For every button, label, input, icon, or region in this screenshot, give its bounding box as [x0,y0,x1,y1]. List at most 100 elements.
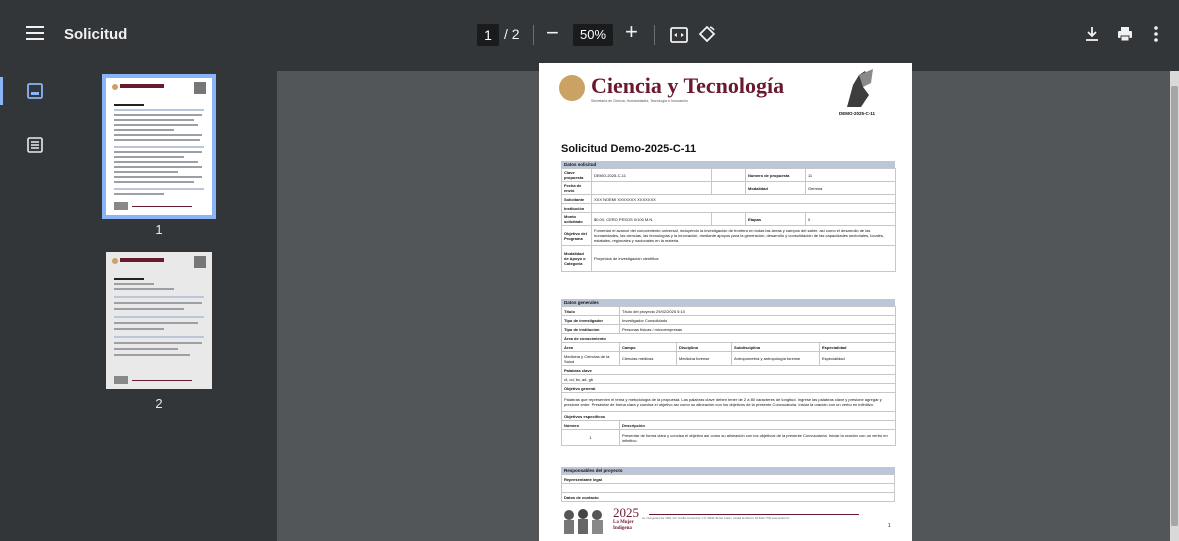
page-thumbnail-2[interactable] [106,252,212,389]
cell: Presentar de forma clara y concisa el ob… [619,429,896,446]
column-header: Área [561,342,620,352]
thumb-line [114,288,174,290]
value: vf, cd, bv, ad, gb [561,374,896,384]
cell: Medicina forense [676,351,732,366]
label: Fecha de envío [561,181,592,195]
brand-subtitle: Secretaría de Ciencia, Humanidades, Tecn… [591,99,688,103]
label: Etapas [745,212,806,226]
folio: DEMO-2025-C-11 [839,111,876,116]
thumb-line [114,193,164,195]
footer-year: 2025 [613,505,639,520]
label: Modalidad de Apoyo o Categoría [561,245,592,272]
thumb-line [114,316,204,318]
value: Palabras que representen el tema y metod… [561,392,896,412]
label: Datos de contacto [561,492,895,502]
thumb-footer-line [132,380,192,381]
thumb-footer-img [114,376,128,384]
empty-cell [591,181,712,195]
label: Título [561,306,620,316]
thumb-line [114,114,202,116]
thumb-line [114,124,198,126]
thumb-footer-img [114,202,128,210]
page-count: / 2 [504,26,520,42]
label: Institución [561,203,592,213]
cell: 1 [561,429,620,446]
thumb-footer-line [132,206,192,207]
label: Modalidad [745,181,806,195]
thumb-logo [112,84,118,90]
thumb-line [114,166,202,168]
thumb-line [114,171,178,173]
footer-slogan: La Mujer Indígena [613,520,634,531]
thumb-line [114,151,202,153]
thumb-line [114,146,204,148]
thumb-line [114,278,144,280]
thumb-line [114,104,144,106]
page-thumbnail-1[interactable] [102,74,216,219]
thumb-line [114,161,198,163]
page-thumbnail-number: 1 [155,222,163,237]
request-table: Clave propuesta DEMO-2025-C-11 Número de… [561,168,896,272]
divider [654,25,655,45]
section-header: Datos solicitud [561,161,895,168]
zoom-input[interactable]: 50% [573,24,613,46]
print-icon[interactable] [1116,25,1134,48]
label: Monto solicitado [561,212,592,226]
zoom-out-button[interactable]: − [546,20,559,46]
download-icon[interactable] [1083,25,1101,48]
thumb-line [114,308,184,310]
brand-title: Ciencia y Tecnología [591,73,785,98]
general-table: Título Título del proyecto 29/02/2025 5:… [561,306,896,446]
scrollbar-thumb[interactable] [1171,86,1178,526]
empty-cell [591,203,896,213]
value: Proyectos de investigación científica [591,245,896,272]
label: Representante legal [561,474,895,484]
emblem-image [839,67,879,109]
document-page: Ciencia y Tecnología Secretaría de Cienc… [539,63,912,541]
value: 11 [805,168,896,182]
label: Objetivo general [561,383,896,393]
thumb-logo [112,258,118,264]
thumb-line [114,156,184,158]
empty-cell [711,212,746,226]
zoom-in-button[interactable]: + [625,19,638,45]
empty-cell [711,181,746,195]
thumbnails-icon[interactable] [26,82,44,100]
sidebar-active-indicator [0,77,3,105]
section-header: Datos generales [561,299,895,306]
label: Clave propuesta [561,168,592,182]
rotate-icon[interactable] [697,24,717,49]
document-heading: Solicitud Demo-2025-C-11 [561,143,697,155]
value: Gemma [805,181,896,195]
thumb-line [114,336,204,338]
footer-image [561,505,611,535]
more-options-icon[interactable] [1152,25,1160,48]
thumb-line [114,328,164,330]
column-header: Descripción [619,420,896,430]
fit-page-icon[interactable] [669,25,689,50]
thumb-line [114,354,190,356]
column-header: Subdisciplina [731,342,820,352]
value: Investigador Consolidado [619,315,896,325]
thumb-brand [120,258,164,262]
value: XXX NOEMI XXXXXXX XXXXXXX [591,194,896,204]
label: Objetivo del Programa [561,225,592,246]
page-number-input[interactable]: 1 [477,24,499,46]
section-header: Responsables del proyecto [561,467,895,474]
menu-icon[interactable] [26,26,44,42]
thumb-line [114,322,198,324]
value: Fomentar el avance del conocimiento univ… [591,225,896,246]
cell: Antropometría y antropología forense [731,351,820,366]
value: Título del proyecto 29/02/2025 5:10 [619,306,896,316]
outline-icon[interactable] [26,136,44,154]
thumb-line [114,348,178,350]
toolbar: Solicitud 1 / 2 − 50% + [0,0,1179,71]
thumb-line [114,181,194,183]
thumb-line [114,296,204,298]
thumb-line [114,188,204,190]
thumb-line [114,342,202,344]
thumb-line [114,302,202,304]
thumb-line [114,176,202,178]
label: Palabras clave [561,365,896,375]
label: Área de conocimiento [561,333,896,343]
